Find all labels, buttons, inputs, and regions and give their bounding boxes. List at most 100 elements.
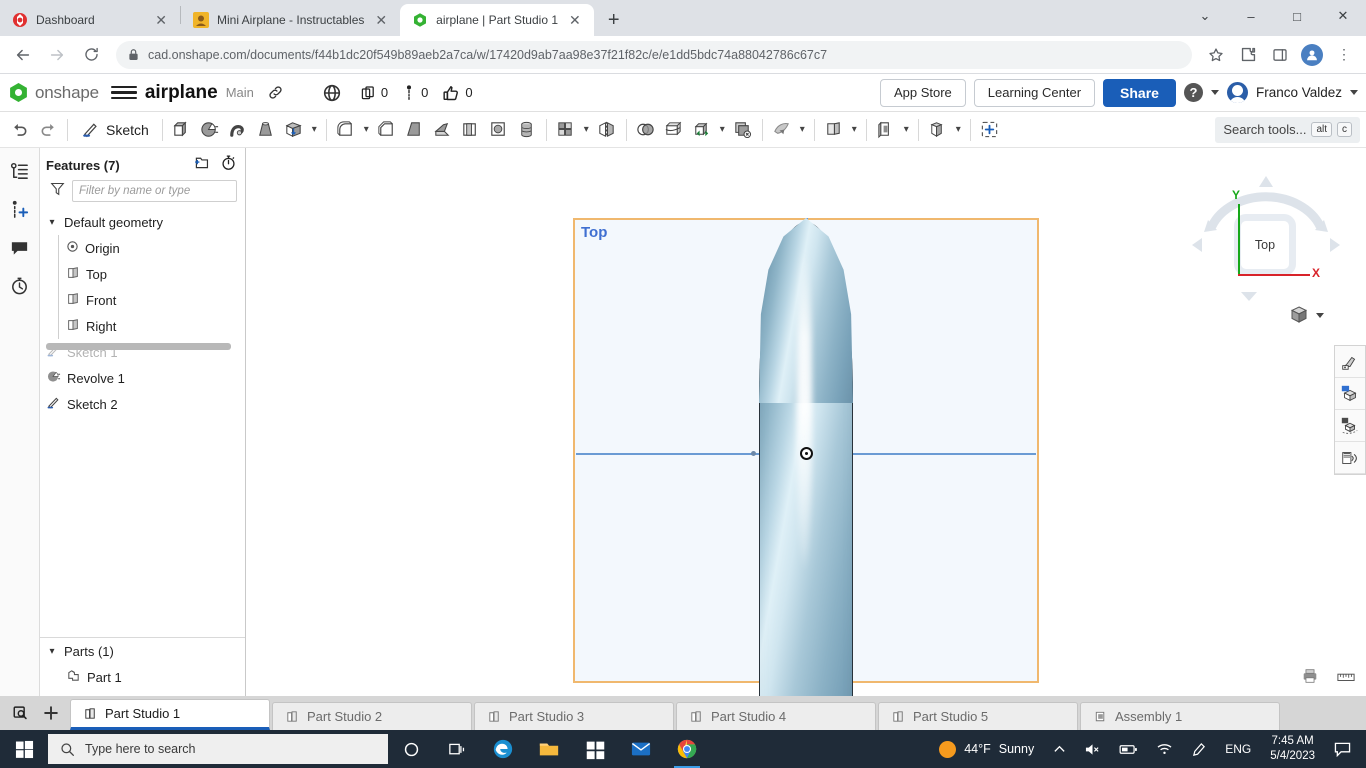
action-center-icon[interactable] [1325, 730, 1360, 768]
windows-start-icon[interactable] [0, 730, 48, 768]
user-name-label[interactable]: Franco Valdez [1256, 85, 1342, 100]
globe-icon[interactable] [318, 79, 346, 107]
view-cube-face-top[interactable]: Top [1234, 214, 1296, 276]
chamfer-icon[interactable] [373, 116, 401, 144]
view-rotate-right-arrow-icon[interactable] [1322, 214, 1346, 276]
copies-counter[interactable]: 0 [360, 85, 388, 101]
taskbar-app-file-explorer[interactable] [526, 730, 572, 768]
weather-widget[interactable]: 44°F Sunny [929, 741, 1044, 758]
move-face-chevron-down-icon[interactable]: ▾ [796, 116, 809, 144]
taskbar-app-mail[interactable] [618, 730, 664, 768]
volume-muted-icon[interactable] [1075, 730, 1110, 768]
animate-render-icon[interactable] [1335, 442, 1365, 474]
document-tab-part-studio-2[interactable]: Part Studio 2 [272, 702, 472, 730]
bookmark-star-icon[interactable] [1202, 41, 1230, 69]
help-question-icon[interactable]: ? [1184, 83, 1203, 102]
app-store-button[interactable]: App Store [880, 79, 966, 107]
view-rotate-left-arrow-icon[interactable] [1186, 214, 1210, 276]
kebab-menu-icon[interactable]: ⋮ [1330, 41, 1358, 69]
shell-icon[interactable] [457, 116, 485, 144]
tree-node-sketch-2[interactable]: Sketch 2 [40, 391, 245, 417]
plane-icon[interactable] [820, 116, 848, 144]
language-indicator[interactable]: ENG [1216, 730, 1260, 768]
split-icon[interactable] [660, 116, 688, 144]
tree-node-default-geometry[interactable]: ▾ Default geometry [40, 209, 245, 235]
view-style-menu[interactable] [1288, 304, 1324, 326]
feature-list-icon[interactable] [7, 158, 33, 184]
window-maximize-button[interactable]: □ [1274, 0, 1320, 32]
insert-icon[interactable] [7, 196, 33, 222]
mirror-icon[interactable] [593, 116, 621, 144]
tree-node-right-plane[interactable]: Right [40, 313, 245, 339]
help-chevron-down-icon[interactable] [1211, 90, 1219, 95]
user-avatar[interactable] [1227, 82, 1248, 103]
browser-tab-instructables[interactable]: Mini Airplane - Instructables ✕ [181, 4, 400, 36]
extrude-icon[interactable] [168, 116, 196, 144]
browser-tab-close-icon[interactable]: ✕ [152, 11, 170, 29]
redo-icon[interactable] [34, 116, 62, 144]
reload-icon[interactable] [76, 40, 106, 70]
thread-icon[interactable] [513, 116, 541, 144]
view-style-chevron-down-icon[interactable] [1316, 313, 1324, 318]
add-tab-icon[interactable] [38, 700, 64, 726]
document-tab-part-studio-3[interactable]: Part Studio 3 [474, 702, 674, 730]
tree-node-front-plane[interactable]: Front [40, 287, 245, 313]
sketch-plane-icon[interactable] [872, 116, 900, 144]
plane-chevron-down-icon[interactable]: ▾ [848, 116, 861, 144]
undo-icon[interactable] [6, 116, 34, 144]
document-title[interactable]: airplane [145, 82, 218, 104]
show-hidden-icons-chevron[interactable] [1044, 730, 1075, 768]
search-tools-box[interactable]: Search tools... alt c [1215, 117, 1360, 143]
origin-point-marker[interactable] [800, 447, 813, 460]
link-icon[interactable] [262, 79, 290, 107]
measure-icon[interactable] [1336, 667, 1356, 690]
fillet-icon[interactable] [332, 116, 360, 144]
rotate-render-icon[interactable] [1335, 410, 1365, 442]
browser-tab-close-icon[interactable]: ✕ [372, 11, 390, 29]
loft-icon[interactable] [252, 116, 280, 144]
variable-icon[interactable] [976, 116, 1004, 144]
thicken-icon[interactable] [280, 116, 308, 144]
taskbar-app-chrome[interactable] [664, 730, 710, 768]
timer-icon[interactable] [220, 154, 237, 176]
revolve-icon[interactable] [196, 116, 224, 144]
search-tabs-icon[interactable] [8, 700, 34, 726]
sketch-plane-chevron-down-icon[interactable]: ▾ [900, 116, 913, 144]
boolean-icon[interactable] [632, 116, 660, 144]
wifi-icon[interactable] [1147, 730, 1182, 768]
move-face-icon[interactable] [768, 116, 796, 144]
tree-node-origin[interactable]: Origin [40, 235, 245, 261]
side-panel-icon[interactable] [1266, 41, 1294, 69]
appearance-icon[interactable] [1335, 346, 1365, 378]
back-arrow-icon[interactable] [8, 40, 38, 70]
window-close-button[interactable]: ✕ [1320, 0, 1366, 32]
forward-arrow-icon[interactable] [42, 40, 72, 70]
tree-node-revolve-1[interactable]: Revolve 1 [40, 365, 245, 391]
add-folder-icon[interactable] [193, 154, 210, 176]
history-icon[interactable] [7, 272, 33, 298]
new-tab-button[interactable]: + [600, 6, 628, 34]
learning-center-button[interactable]: Learning Center [974, 79, 1095, 107]
comments-icon[interactable] [7, 234, 33, 260]
transform-chevron-down-icon[interactable]: ▾ [716, 116, 729, 144]
transform-icon[interactable] [688, 116, 716, 144]
user-chevron-down-icon[interactable] [1350, 90, 1358, 95]
puzzle-piece-icon[interactable] [1234, 41, 1262, 69]
window-minimize-button[interactable]: – [1228, 0, 1274, 32]
cad-viewport[interactable]: Top Top Y X [246, 148, 1366, 696]
pen-icon[interactable] [1182, 730, 1216, 768]
document-tab-assembly-1[interactable]: Assembly 1 [1080, 702, 1280, 730]
browser-more-chevron-icon[interactable]: ⌄ [1182, 0, 1228, 32]
taskbar-clock[interactable]: 7:45 AM 5/4/2023 [1260, 734, 1325, 764]
profile-avatar-icon[interactable] [1298, 41, 1326, 69]
share-button[interactable]: Share [1103, 79, 1176, 107]
battery-icon[interactable] [1110, 730, 1147, 768]
sketch-button[interactable]: Sketch [73, 116, 157, 144]
pattern-icon[interactable] [552, 116, 580, 144]
feature-filter-input[interactable]: Filter by name or type [72, 180, 237, 202]
sweep-icon[interactable] [224, 116, 252, 144]
pattern-chevron-down-icon[interactable]: ▾ [580, 116, 593, 144]
hole-icon[interactable] [485, 116, 513, 144]
parts-section-header[interactable]: ▾ Parts (1) [40, 638, 245, 664]
view-rotate-down-arrow-icon[interactable] [1236, 288, 1262, 306]
